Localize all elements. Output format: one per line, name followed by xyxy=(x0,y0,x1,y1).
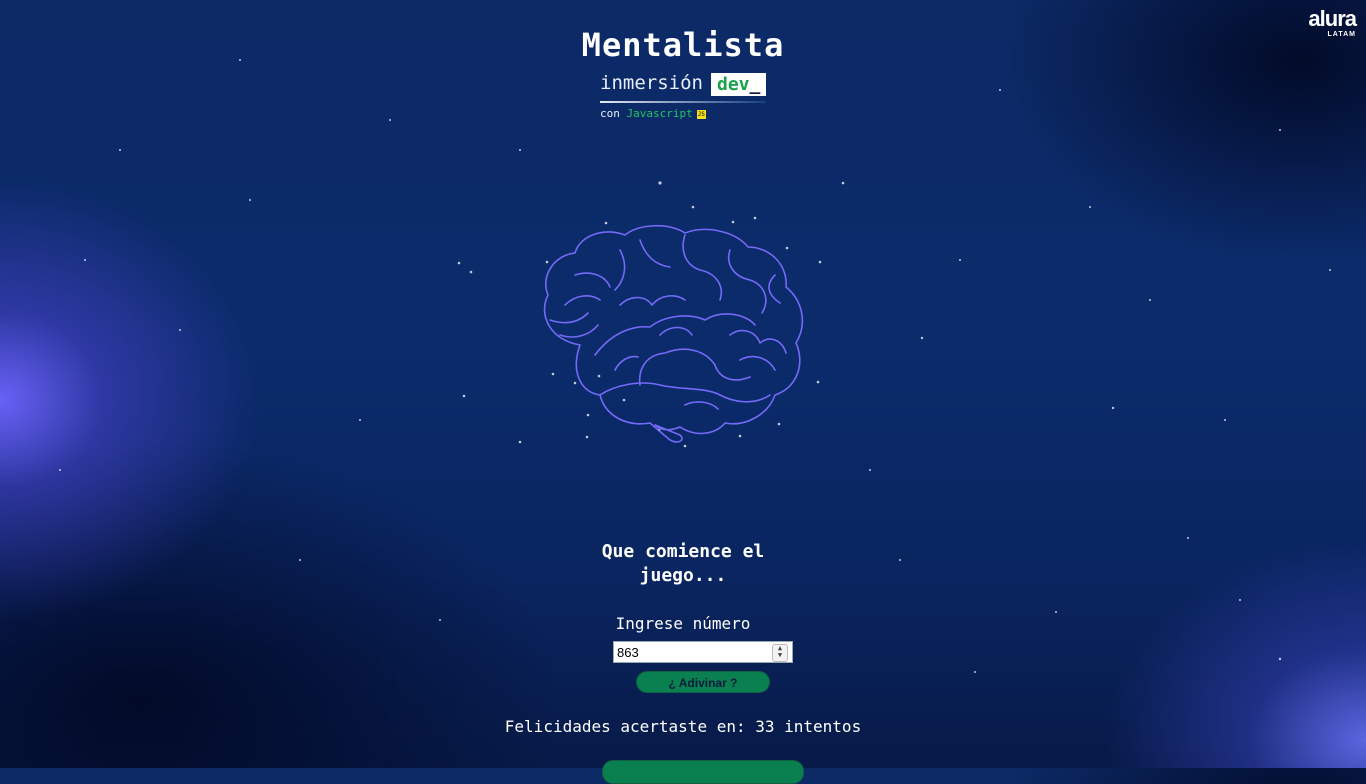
javascript-icon: JS xyxy=(696,109,706,119)
brand-subtitle: con Javascript JS xyxy=(600,107,706,120)
brand-dev-underscore: _ xyxy=(749,74,761,95)
brain-illustration xyxy=(543,224,804,443)
result-message: Felicidades acertaste en: 33 intentos xyxy=(504,717,862,736)
page-header: Mentalista xyxy=(0,26,1366,64)
game-heading-line1: Que comience el xyxy=(601,541,765,562)
brand-dev-text: dev xyxy=(717,74,750,95)
game-heading: Que comience el juego... xyxy=(0,540,1366,588)
number-spinner-icon[interactable]: ▲ ▼ xyxy=(772,644,788,662)
brand-subtitle-prefix: con xyxy=(600,107,620,120)
brand-word: inmersión xyxy=(600,72,703,94)
number-input-label: Ingrese número xyxy=(615,614,751,633)
game-heading-line2: juego... xyxy=(639,565,727,586)
brand-divider xyxy=(600,101,765,103)
page-title: Mentalista xyxy=(581,26,785,64)
guess-button[interactable]: ¿ Adivinar ? xyxy=(636,671,770,693)
inmersion-dev-brand: inmersión dev_ con Javascript JS xyxy=(600,72,800,132)
number-input-wrapper: ▲▼ xyxy=(613,641,793,663)
brand-dev-badge: dev_ xyxy=(711,73,767,96)
number-input[interactable] xyxy=(614,642,770,663)
brand-subtitle-lang: Javascript xyxy=(626,107,693,120)
restart-button[interactable] xyxy=(602,760,804,784)
